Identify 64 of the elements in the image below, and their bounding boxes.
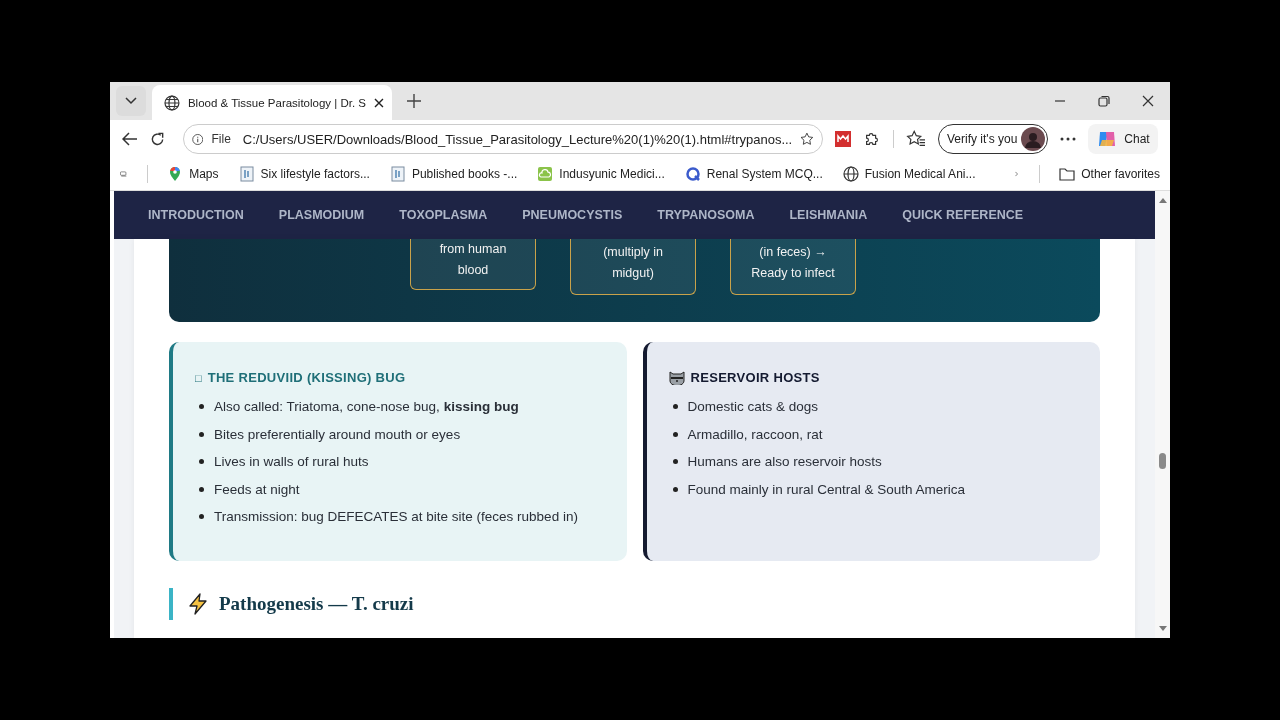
- list-item: Armadillo, raccoon, rat: [672, 420, 1080, 448]
- tab-title: Blood & Tissue Parasitology | Dr. S: [187, 97, 367, 109]
- scrollbar[interactable]: [1155, 191, 1170, 638]
- bookmark-link[interactable]: Maps: [167, 166, 219, 182]
- more-icon[interactable]: [1060, 137, 1077, 141]
- raccoon-icon: [668, 370, 685, 385]
- flow-step: (multiply in midgut): [570, 239, 696, 295]
- restore-icon[interactable]: [1098, 95, 1110, 107]
- list-item: Also called: Triatoma, cone-nose bug, kissing bug: [199, 393, 607, 421]
- globe-icon: [164, 95, 180, 111]
- chat-button[interactable]: Chat: [1088, 124, 1158, 154]
- other-favorites-link[interactable]: Other favorites: [1059, 167, 1160, 181]
- nav-link[interactable]: TRYPANOSOMA: [657, 208, 755, 222]
- bookmark-link[interactable]: Indusyunic Medici...: [537, 166, 665, 182]
- nav-link[interactable]: TOXOPLASMA: [399, 208, 488, 222]
- card-title: THE REDUVIID (KISSING) BUG: [207, 370, 406, 385]
- bookmark-link[interactable]: Fusion Medical Ani...: [842, 166, 976, 182]
- star-icon[interactable]: [800, 130, 814, 148]
- document-icon: [238, 166, 255, 182]
- document-icon: [389, 166, 406, 182]
- list-item: Transmission: bug DEFECATES at bite site (feces rubbed in): [199, 503, 607, 531]
- scroll-up-icon[interactable]: [1158, 197, 1167, 203]
- profile-button[interactable]: Verify it's you: [938, 124, 1049, 154]
- missing-glyph-icon: □: [195, 371, 202, 384]
- flow-step: from human blood: [410, 239, 536, 290]
- close-icon[interactable]: [374, 98, 384, 108]
- bookmark-link[interactable]: Renal System MCQ...: [684, 166, 823, 182]
- scheme-label: File: [211, 132, 231, 146]
- reload-icon[interactable]: [150, 131, 165, 147]
- info-icon: [192, 131, 204, 147]
- nav-link[interactable]: PLASMODIUM: [278, 208, 365, 222]
- scroll-thumb[interactable]: [1159, 453, 1166, 469]
- cloud-icon: [537, 166, 554, 182]
- q-letter-icon: [684, 166, 701, 182]
- favorites-icon[interactable]: [906, 130, 926, 148]
- section-heading: Pathogenesis — T. cruzi: [219, 593, 414, 615]
- nav-link[interactable]: QUICK REFERENCE: [902, 208, 1024, 222]
- tab-list-button[interactable]: [116, 86, 146, 116]
- scroll-down-icon[interactable]: [1158, 626, 1167, 632]
- list-item: Domestic cats & dogs: [672, 393, 1080, 421]
- url-text: C:/Users/USER/Downloads/Blood_Tissue_Parasitology_Lecture%20(1)%20(1).html#trypanos...: [242, 131, 793, 147]
- back-icon[interactable]: [122, 132, 138, 146]
- puzzle-icon[interactable]: [863, 130, 881, 148]
- bookmark-link[interactable]: Six lifestyle factors...: [238, 166, 370, 182]
- list-item: Found mainly in rural Central & South America: [672, 475, 1080, 503]
- new-tab-icon[interactable]: [406, 93, 422, 109]
- nav-link[interactable]: INTRODUCTION: [148, 208, 244, 222]
- close-window-icon[interactable]: [1142, 95, 1154, 107]
- avatar-icon: [1021, 127, 1046, 151]
- bookmark-link[interactable]: Published books -...: [389, 166, 518, 182]
- folder-icon: [1059, 167, 1076, 181]
- list-item: Lives in walls of rural huts: [199, 448, 607, 476]
- list-item: Feeds at night: [199, 475, 607, 503]
- list-item: Humans are also reservoir hosts: [672, 448, 1080, 476]
- nav-link[interactable]: LEISHMANIA: [789, 208, 868, 222]
- browser-tab[interactable]: Blood & Tissue Parasitology | Dr. S: [152, 85, 392, 121]
- globe-icon: [842, 166, 859, 182]
- flow-step: (in feces) → Ready to infect: [730, 239, 856, 295]
- extension-icon[interactable]: [835, 131, 851, 147]
- chevron-down-icon: [125, 97, 137, 105]
- card-title: RESERVOIR HOSTS: [690, 370, 820, 385]
- lightning-icon: [187, 593, 209, 615]
- nav-link[interactable]: PNEUMOCYSTIS: [522, 208, 623, 222]
- list-item: Bites preferentially around mouth or eyes: [199, 420, 607, 448]
